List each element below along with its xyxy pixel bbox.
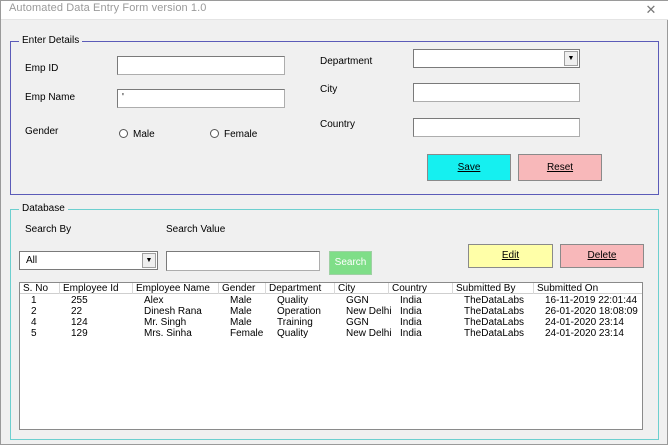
table-cell: Quality [277,328,309,339]
employee-listbox[interactable]: S. No Employee Id Employee Name Gender Depar… [19,282,643,430]
table-cell: GGN [346,317,369,328]
column-header: Gender [219,283,266,294]
radio-circle-icon [119,129,128,138]
table-row[interactable]: 1 255 Alex Male Quality GGN India TheDataLabs 16… [20,295,642,306]
table-cell: TheDataLabs [464,295,525,306]
gender-male-radio[interactable]: Male [119,129,155,141]
column-header: S. No [20,283,60,294]
table-cell: India [400,317,422,328]
department-label: Department [320,56,373,67]
window-title: Automated Data Entry Form version 1.0 [9,2,207,14]
column-header: Department [266,283,335,294]
delete-button[interactable]: Delete [560,244,644,268]
table-cell: GGN [346,295,369,306]
chevron-down-icon[interactable]: ▼ [564,51,578,66]
emp-name-label: Emp Name [25,92,76,103]
database-legend: Database [19,202,68,216]
title-bar[interactable]: Automated Data Entry Form version 1.0 ✕ [1,1,668,20]
country-label: Country [320,119,356,130]
table-cell: TheDataLabs [464,328,525,339]
table-cell: Alex [144,295,164,306]
table-cell: Mrs. Sinha [144,328,192,339]
table-cell: New Delhi [346,306,392,317]
emp-name-field[interactable]: ' [117,89,285,108]
chevron-down-icon[interactable]: ▼ [142,253,156,268]
table-cell: New Delhi [346,328,392,339]
column-header: Employee Name [133,283,219,294]
edit-button[interactable]: Edit [468,244,553,268]
table-cell: 24-01-2020 23:14 [545,317,624,328]
table-cell: Male [230,317,252,328]
column-header: City [335,283,389,294]
column-header: Submitted By [453,283,534,294]
search-button[interactable]: Search [329,251,372,275]
table-cell: 16-11-2019 22:01:44 [545,295,638,306]
listbox-header: S. No Employee Id Employee Name Gender Depar… [20,283,642,294]
table-cell: 124 [71,317,88,328]
table-cell: India [400,295,422,306]
country-field[interactable] [413,118,580,137]
main-window: Automated Data Entry Form version 1.0 ✕ … [0,0,668,445]
table-cell: Training [277,317,313,328]
column-header: Country [389,283,453,294]
department-select[interactable]: ▼ [413,49,580,68]
city-label: City [320,84,338,95]
table-cell: TheDataLabs [464,306,525,317]
search-by-select[interactable]: All ▼ [19,251,158,270]
table-cell: Male [230,306,252,317]
table-cell: India [400,306,422,317]
table-cell: 2 [31,306,37,317]
city-field[interactable] [413,83,580,102]
table-cell: Quality [277,295,309,306]
reset-button[interactable]: Reset [518,154,602,181]
gender-male-label: Male [133,129,155,140]
search-by-value: All [26,255,38,266]
emp-id-label: Emp ID [25,63,59,74]
emp-id-field[interactable] [117,56,285,75]
search-value-label: Search Value [166,224,226,235]
column-header: Submitted On [534,283,642,294]
search-value-field[interactable] [166,251,320,271]
table-cell: Male [230,295,252,306]
gender-female-radio[interactable]: Female [210,129,257,141]
table-cell: Mr. Singh [144,317,187,328]
table-cell: Dinesh Rana [144,306,202,317]
gender-female-label: Female [224,129,258,140]
details-legend: Enter Details [19,34,83,48]
table-cell: 22 [71,306,83,317]
column-header: Employee Id [60,283,133,294]
table-cell: 129 [71,328,88,339]
table-row[interactable]: 4 124 Mr. Singh Male Training GGN India TheData… [20,317,642,328]
table-cell: 1 [31,295,37,306]
table-row[interactable]: 5 129 Mrs. Sinha Female Quality New Delhi Indi… [20,328,642,339]
save-button[interactable]: Save [427,154,511,181]
table-cell: TheDataLabs [464,317,525,328]
gender-label: Gender [25,126,59,137]
search-by-label: Search By [25,224,72,235]
table-cell: 26-01-2020 18:08:09 [545,306,638,317]
table-cell: India [400,328,422,339]
table-cell: 4 [31,317,37,328]
table-cell: 24-01-2020 23:14 [545,328,624,339]
radio-circle-icon [210,129,219,138]
table-cell: Female [230,328,264,339]
table-cell: 255 [71,295,88,306]
table-cell: Operation [277,306,321,317]
close-button[interactable]: ✕ [633,1,668,20]
table-row[interactable]: 2 22 Dinesh Rana Male Operation New Delhi Indi… [20,306,642,317]
table-cell: 5 [31,328,37,339]
